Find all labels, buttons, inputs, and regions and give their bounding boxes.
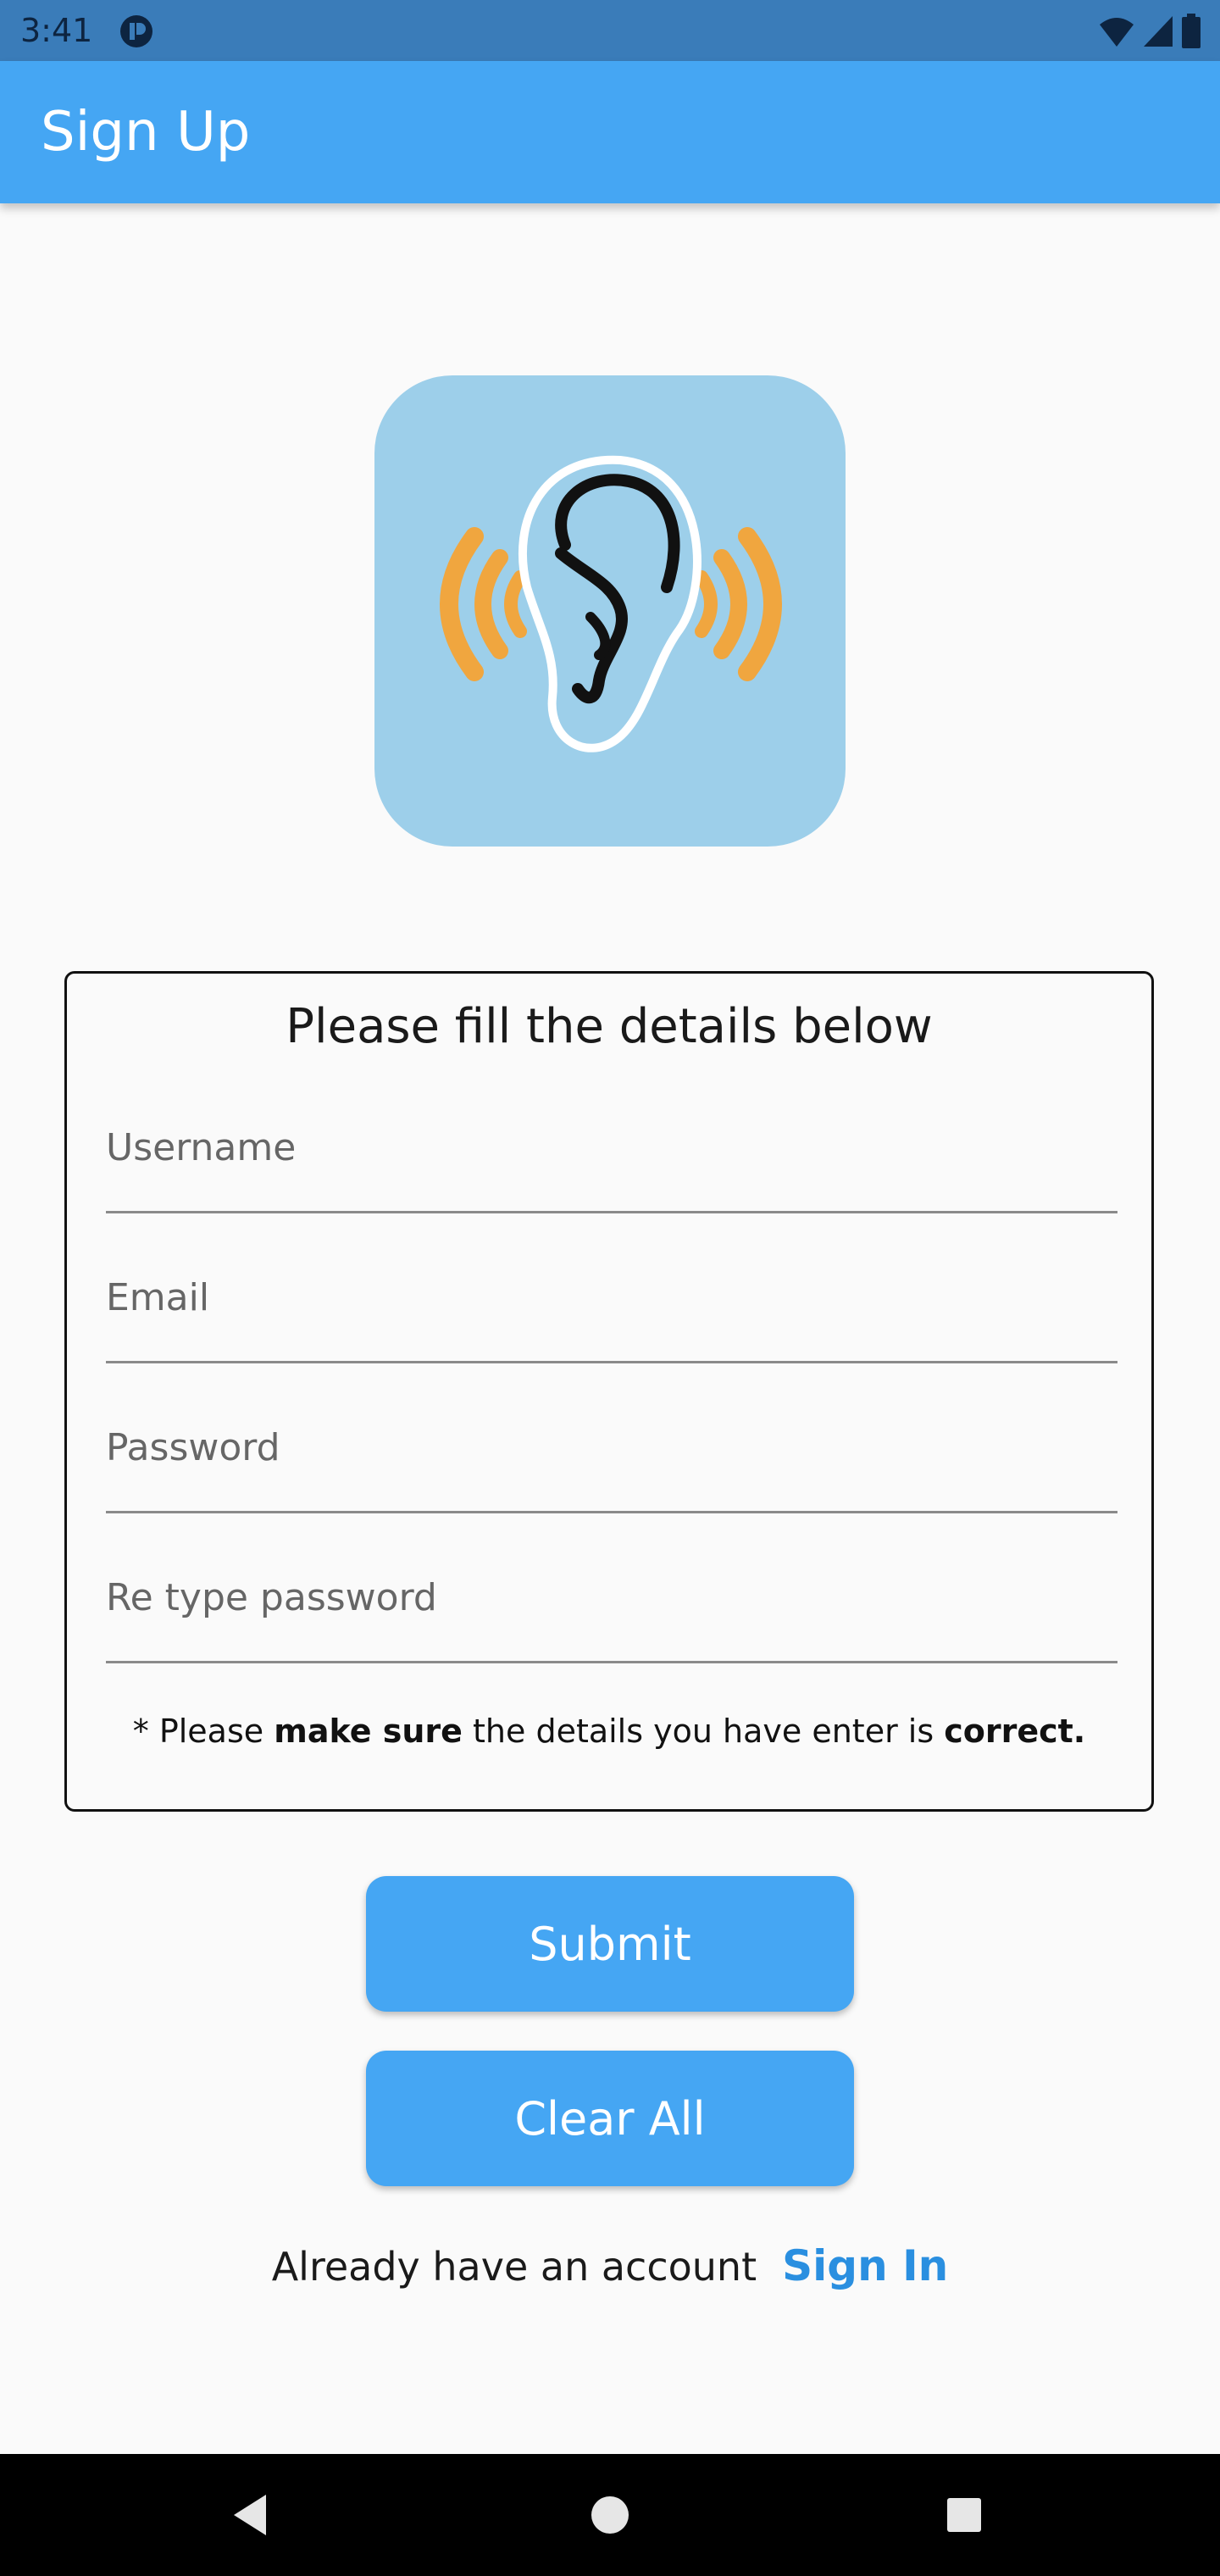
retype-password-field[interactable] [106, 1559, 1117, 1661]
ear-sound-icon [440, 455, 782, 752]
app-bar: Sign Up [0, 61, 1220, 203]
password-field[interactable] [106, 1409, 1117, 1511]
battery-icon [1182, 14, 1201, 48]
system-nav-bar [0, 2454, 1220, 2576]
form-note: * Please make sure the details you have … [67, 1709, 1151, 1753]
password-field-container [106, 1409, 1117, 1513]
recents-icon[interactable] [937, 2488, 991, 2542]
status-bar: 3:41 [0, 0, 1220, 61]
home-icon[interactable] [583, 2488, 637, 2542]
status-icons [1098, 12, 1201, 51]
back-icon[interactable] [225, 2488, 280, 2542]
app-notification-icon [120, 15, 152, 47]
form-note-middle: the details you have enter is [462, 1713, 945, 1750]
signin-link[interactable]: Sign In [782, 2241, 948, 2290]
form-note-prefix: * Please [132, 1713, 274, 1750]
signin-prompt: Already have an account [271, 2244, 757, 2290]
app-logo [374, 375, 846, 847]
signin-row: Already have an account Sign In [0, 2234, 1220, 2298]
status-time: 3:41 [20, 12, 93, 49]
form-note-bold1: make sure [274, 1713, 463, 1750]
form-title: Please fill the details below [286, 999, 933, 1054]
signal-icon [1144, 16, 1173, 47]
wifi-icon [1100, 18, 1134, 47]
clear-all-button[interactable]: Clear All [366, 2051, 854, 2186]
username-field[interactable] [106, 1109, 1117, 1211]
submit-button[interactable]: Submit [366, 1876, 854, 2012]
email-field-container [106, 1259, 1117, 1363]
username-field-container [106, 1109, 1117, 1213]
form-note-bold2: correct. [944, 1713, 1086, 1750]
signup-form: Please fill the details below * Please m… [64, 971, 1154, 1812]
retype-password-field-container [106, 1559, 1117, 1663]
email-field[interactable] [106, 1259, 1117, 1361]
page-title: Sign Up [41, 101, 251, 164]
